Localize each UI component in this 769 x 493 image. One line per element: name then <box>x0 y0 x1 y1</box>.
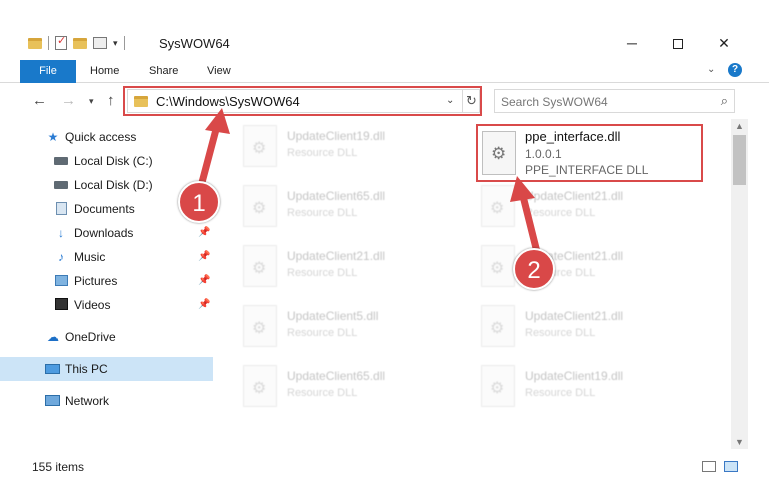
status-bar: 155 items <box>0 449 769 483</box>
large-icons-view-icon[interactable] <box>724 461 738 472</box>
file-name: UpdateClient65.dll <box>287 189 386 203</box>
qat-dropdown-icon[interactable]: ▾ <box>113 38 118 49</box>
pin-icon[interactable]: 📌 <box>198 251 210 262</box>
drive-icon <box>54 154 68 168</box>
pin-icon[interactable]: 📌 <box>198 275 210 286</box>
computer-icon <box>45 362 60 376</box>
minimize-button[interactable]: ─ <box>609 29 655 58</box>
music-icon: ♪ <box>58 250 64 264</box>
file-item[interactable]: UpdateClient21.dll Resource DLL <box>213 239 413 293</box>
sidebar-item-label: This PC <box>65 362 108 376</box>
search-box[interactable]: Search SysWOW64 ⌕ <box>494 89 735 113</box>
file-type: Resource DLL <box>525 327 596 339</box>
sidebar-item-network[interactable]: Network <box>0 389 213 413</box>
navigation-bar: ← → ▾ ↑ C:\Windows\SysWOW64 ⌄ ↻ Search S… <box>0 83 769 119</box>
sidebar-item-onedrive[interactable]: ☁ OneDrive <box>0 325 213 349</box>
sidebar-item-music[interactable]: ♪ Music 📌 <box>0 245 213 269</box>
dll-file-icon <box>481 365 515 407</box>
sidebar-item-this-pc[interactable]: This PC <box>0 357 213 381</box>
step-2-badge: 2 <box>513 248 555 290</box>
file-type: Resource DLL <box>287 207 358 219</box>
drive-icon <box>54 178 68 192</box>
properties-check-icon[interactable] <box>55 34 67 50</box>
file-name: UpdateClient19.dll <box>287 129 386 143</box>
sidebar-item-label: OneDrive <box>65 330 116 344</box>
tab-view[interactable]: View <box>207 60 231 83</box>
search-icon[interactable]: ⌕ <box>721 93 728 109</box>
star-icon: ★ <box>47 130 59 144</box>
file-item[interactable]: UpdateClient5.dll Resource DLL <box>213 299 413 353</box>
sidebar-item-label: Documents <box>74 202 135 216</box>
maximize-icon <box>673 39 683 50</box>
download-icon: ↓ <box>58 226 64 240</box>
sidebar-item-label: Downloads <box>74 226 134 240</box>
maximize-button[interactable] <box>655 29 701 58</box>
separator <box>48 36 49 50</box>
file-name: UpdateClient5.dll <box>287 309 379 323</box>
file-type: Resource DLL <box>287 267 358 279</box>
customize-icon[interactable] <box>93 37 107 49</box>
sidebar-item-label: Music <box>74 250 106 264</box>
documents-icon <box>54 202 68 216</box>
sidebar-item-label: Network <box>65 394 110 408</box>
tab-file[interactable]: File <box>20 60 76 83</box>
item-count: 155 items <box>32 460 85 474</box>
pin-icon[interactable]: 📌 <box>198 299 210 310</box>
sidebar-item-label: Local Disk (D:) <box>74 178 153 192</box>
file-name: UpdateClient21.dll <box>287 249 386 263</box>
up-button[interactable]: ↑ <box>107 92 115 109</box>
scroll-thumb[interactable] <box>733 135 746 185</box>
sidebar-item-label: Quick access <box>65 130 137 144</box>
recent-locations-button[interactable]: ▾ <box>89 96 94 107</box>
search-input[interactable]: Search SysWOW64 <box>501 95 608 109</box>
folder-icon <box>28 37 42 49</box>
forward-button[interactable]: → <box>61 92 76 109</box>
cloud-icon: ☁ <box>47 330 59 344</box>
file-type: Resource DLL <box>287 327 358 339</box>
pin-icon[interactable]: 📌 <box>198 227 210 238</box>
file-name: UpdateClient19.dll <box>525 369 624 383</box>
vertical-scrollbar[interactable]: ▲ ▼ <box>731 119 748 449</box>
close-button[interactable]: ✕ <box>701 29 747 58</box>
file-explorer-window: ▾ SysWOW64 ─ ✕ File Home Share View ⌄ ? … <box>0 0 769 493</box>
ribbon-tabs: File Home Share View ⌄ ? <box>0 58 769 83</box>
new-folder-icon[interactable] <box>73 37 87 49</box>
sidebar-item-label: Pictures <box>74 274 118 288</box>
file-item[interactable]: UpdateClient65.dll Resource DLL <box>213 359 413 413</box>
file-name: UpdateClient21.dll <box>525 309 624 323</box>
file-type: Resource DLL <box>287 147 358 159</box>
tab-share[interactable]: Share <box>149 60 178 83</box>
sidebar-item-label: Videos <box>74 298 111 312</box>
sidebar-item-pictures[interactable]: Pictures 📌 <box>0 269 213 293</box>
sidebar-item-downloads[interactable]: ↓ Downloads 📌 <box>0 221 213 245</box>
separator <box>123 36 125 50</box>
help-icon[interactable]: ? <box>728 63 742 77</box>
file-type: Resource DLL <box>287 387 358 399</box>
sidebar-item-label: Local Disk (C:) <box>74 154 153 168</box>
dll-file-icon <box>243 305 277 347</box>
step-1-badge: 1 <box>178 181 220 223</box>
network-icon <box>45 394 60 408</box>
window-title: SysWOW64 <box>159 36 230 51</box>
scroll-down-icon[interactable]: ▼ <box>735 437 744 447</box>
details-view-icon[interactable] <box>702 461 716 472</box>
dll-file-icon <box>243 245 277 287</box>
dll-file-icon <box>243 365 277 407</box>
sidebar-item-videos[interactable]: Videos 📌 <box>0 293 213 317</box>
quick-access-toolbar: ▾ <box>28 34 125 50</box>
file-name: UpdateClient65.dll <box>287 369 386 383</box>
tab-home[interactable]: Home <box>90 60 119 83</box>
file-type: Resource DLL <box>525 387 596 399</box>
expand-ribbon-chevron-icon[interactable]: ⌄ <box>707 64 715 75</box>
videos-icon <box>54 298 68 312</box>
file-item[interactable]: UpdateClient19.dll Resource DLL <box>451 359 651 413</box>
scroll-up-icon[interactable]: ▲ <box>735 121 744 131</box>
file-item[interactable]: UpdateClient21.dll Resource DLL <box>451 299 651 353</box>
back-button[interactable]: ← <box>32 92 47 109</box>
pictures-icon <box>54 274 68 288</box>
dll-file-icon <box>481 305 515 347</box>
title-bar: ▾ SysWOW64 ─ ✕ <box>0 29 769 58</box>
